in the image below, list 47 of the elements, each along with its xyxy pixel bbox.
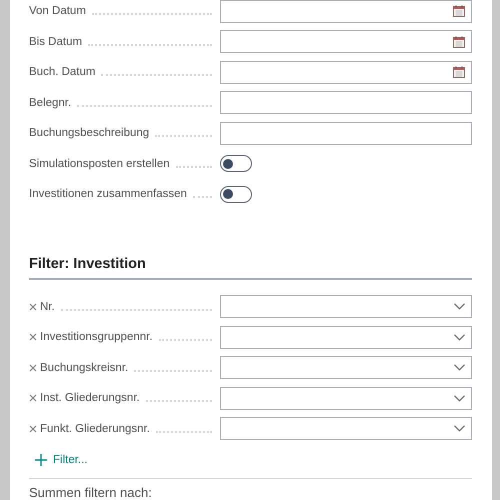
field-label: Buchungskreisnr.	[40, 362, 128, 374]
field-label: Inst. Gliederungsnr.	[40, 392, 140, 404]
chevron-down-icon	[454, 303, 465, 310]
field-label: Buchungsbeschreibung	[29, 127, 150, 140]
dot-leader	[156, 430, 212, 433]
dropdown-field[interactable]	[220, 356, 472, 380]
date-field[interactable]	[220, 60, 472, 84]
field-label: Simulationsposten erstellen	[29, 158, 170, 170]
field-label: Bis Datum	[29, 36, 82, 48]
field-label: Investitionen zusammenfassen	[29, 188, 187, 200]
date-field[interactable]	[220, 30, 472, 54]
dropdown-field[interactable]	[220, 386, 472, 410]
remove-icon[interactable]	[29, 424, 37, 433]
dot-leader	[146, 400, 212, 402]
dropdown-field[interactable]	[220, 295, 472, 318]
chevron-down-icon	[454, 425, 465, 432]
date-field[interactable]	[220, 0, 472, 23]
field-label: Funkt. Gliederungsnr.	[40, 422, 150, 435]
plus-icon	[35, 454, 47, 466]
remove-icon[interactable]	[29, 394, 37, 402]
section-heading: Summen filtern nach:	[29, 485, 153, 500]
chevron-down-icon	[454, 364, 465, 372]
section-heading: Filter: Investition	[29, 256, 472, 280]
input-field[interactable]	[220, 122, 472, 145]
field-label: Belegnr.	[29, 96, 72, 109]
calendar-icon[interactable]	[453, 66, 465, 78]
toggle-switch[interactable]	[220, 186, 252, 203]
remove-icon[interactable]	[29, 364, 37, 372]
chevron-down-icon	[454, 334, 465, 341]
field-label: Buch. Datum	[29, 66, 96, 78]
remove-icon[interactable]	[29, 302, 37, 311]
dot-leader	[158, 339, 212, 342]
calendar-icon[interactable]	[453, 5, 465, 18]
input-field[interactable]	[220, 91, 472, 114]
field-label: Investitionsgruppennr.	[40, 331, 153, 344]
calendar-icon[interactable]	[453, 36, 465, 48]
dot-leader	[192, 196, 212, 198]
field-label: Nr.	[40, 300, 55, 313]
remove-icon[interactable]	[29, 333, 37, 342]
field-label: Von Datum	[29, 5, 86, 18]
dropdown-field[interactable]	[220, 326, 472, 349]
add-filter-button[interactable]: Filter...	[29, 452, 94, 468]
dot-leader	[176, 166, 212, 168]
toggle-switch[interactable]	[220, 155, 252, 172]
chevron-down-icon	[454, 394, 465, 402]
dot-leader	[155, 135, 212, 138]
dropdown-field[interactable]	[220, 417, 472, 440]
